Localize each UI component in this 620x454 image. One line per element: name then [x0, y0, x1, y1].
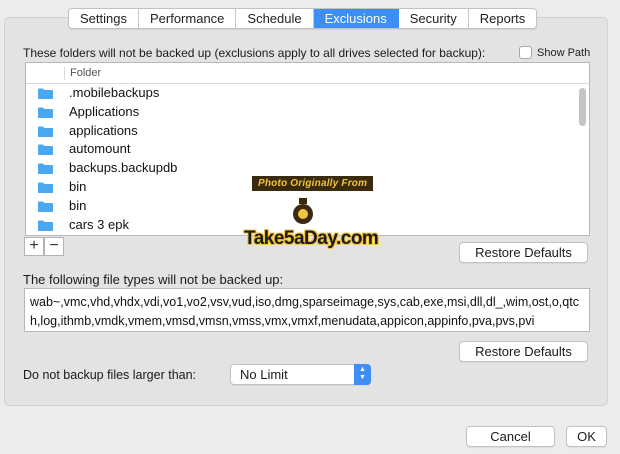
tab-reports[interactable]: Reports: [468, 9, 537, 28]
restore-defaults-folders-button[interactable]: Restore Defaults: [459, 242, 588, 263]
filetypes-textarea[interactable]: wab~,vmc,vhd,vhdx,vdi,vo1,vo2,vsv,vud,is…: [24, 288, 590, 332]
folder-list[interactable]: Folder .mobilebackups Applications applica…: [25, 62, 590, 236]
folders-description: These folders will not be backed up (exc…: [23, 46, 486, 60]
folder-row[interactable]: Applications: [26, 103, 589, 122]
folder-icon: [38, 201, 53, 212]
add-folder-button[interactable]: +: [24, 237, 44, 256]
column-divider: [64, 67, 65, 80]
folder-row[interactable]: applications: [26, 122, 589, 141]
tab-exclusions[interactable]: Exclusions: [313, 9, 399, 28]
folder-name: cars 3 epk: [69, 216, 129, 232]
folder-icon: [38, 107, 53, 118]
select-arrows-icon: ▲ ▼: [354, 364, 371, 385]
restore-defaults-filetypes-button[interactable]: Restore Defaults: [459, 341, 588, 362]
folder-rows: .mobilebackups Applications applications au…: [26, 84, 589, 234]
folder-column-header[interactable]: Folder: [70, 67, 101, 79]
tab-performance[interactable]: Performance: [138, 9, 237, 28]
folder-name: automount: [69, 141, 131, 157]
folder-row[interactable]: .mobilebackups: [26, 84, 589, 103]
remove-folder-button[interactable]: −: [44, 237, 64, 256]
folder-icon: [38, 126, 53, 137]
size-limit-value: No Limit: [240, 367, 288, 382]
folder-row[interactable]: backups.backupdb: [26, 159, 589, 178]
show-path-option[interactable]: Show Path: [519, 46, 590, 59]
show-path-label: Show Path: [537, 46, 591, 59]
cancel-button[interactable]: Cancel: [466, 426, 555, 447]
ok-button[interactable]: OK: [566, 426, 607, 447]
folder-row[interactable]: automount: [26, 140, 589, 159]
size-limit-select[interactable]: No Limit ▲ ▼: [230, 364, 371, 385]
folder-name: applications: [69, 122, 138, 138]
folder-name: bin: [69, 197, 87, 213]
folder-name: Applications: [69, 103, 140, 119]
folder-row[interactable]: bin: [26, 178, 589, 197]
folder-row[interactable]: cars 3 epk: [26, 216, 589, 235]
size-limit-label: Do not backup files larger than:: [23, 368, 197, 382]
folder-list-header: Folder: [26, 63, 589, 84]
tab-settings[interactable]: Settings: [69, 9, 139, 28]
tab-schedule[interactable]: Schedule: [236, 9, 314, 28]
tab-bar: Settings Performance Schedule Exclusions…: [68, 8, 538, 29]
preferences-window: Settings Performance Schedule Exclusions…: [0, 0, 620, 454]
folder-icon: [38, 163, 53, 175]
folder-name: .mobilebackups: [69, 85, 160, 100]
folder-icon: [38, 144, 53, 156]
show-path-checkbox[interactable]: [519, 46, 532, 59]
folder-name: backups.backupdb: [69, 160, 178, 176]
folder-icon: [38, 88, 53, 99]
folder-icon: [38, 182, 53, 193]
folder-row[interactable]: bin: [26, 197, 589, 216]
folder-icon: [38, 220, 53, 231]
filetypes-description: The following file types will not be bac…: [23, 272, 284, 287]
tab-security[interactable]: Security: [398, 9, 469, 28]
folder-list-scrollbar[interactable]: [579, 88, 586, 126]
folder-name: bin: [69, 178, 87, 194]
